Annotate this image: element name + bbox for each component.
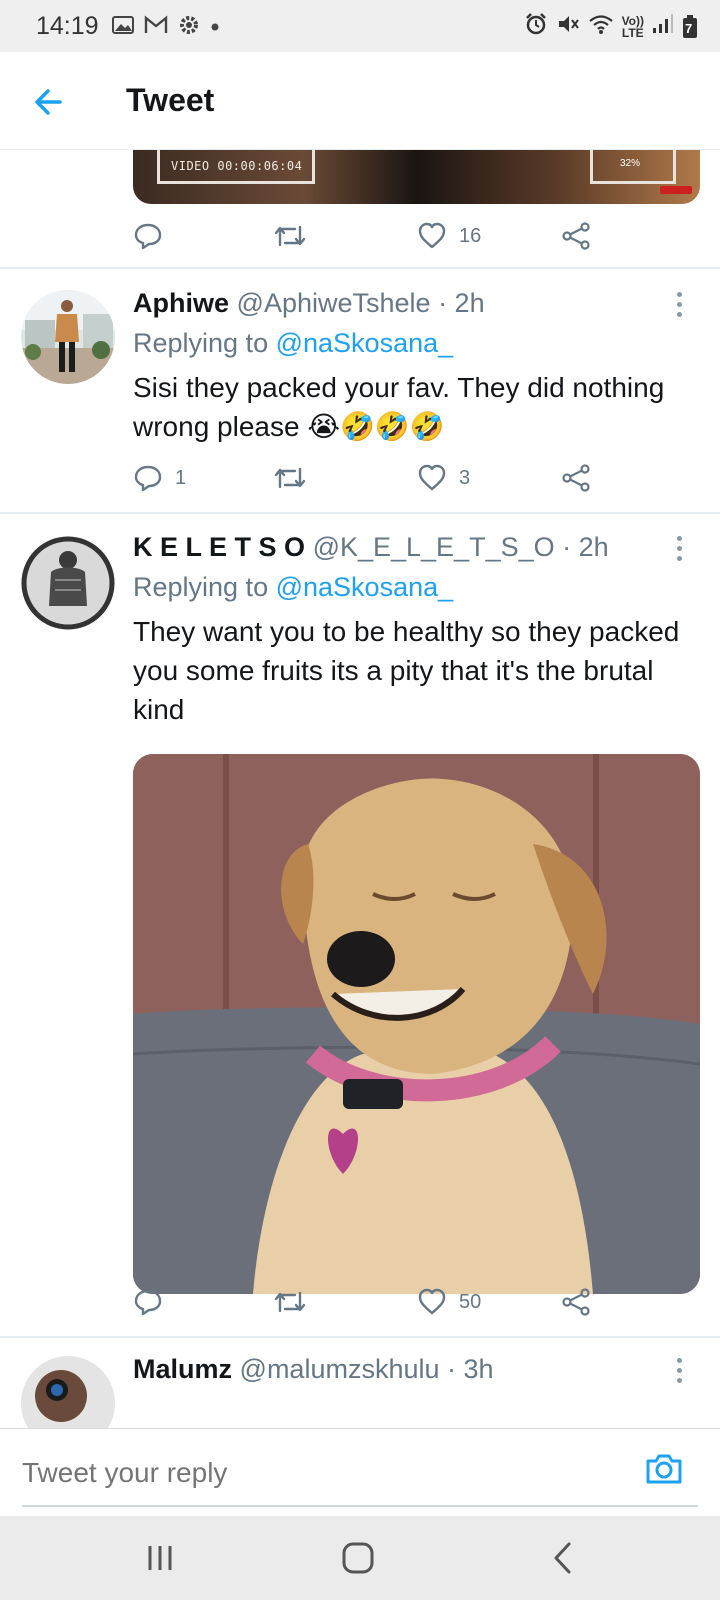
image-icon xyxy=(112,15,134,40)
more-options-button[interactable] xyxy=(674,292,684,322)
share-icon xyxy=(562,464,590,492)
tweet-emoji: 😭🤣🤣🤣 xyxy=(307,411,445,442)
share-button[interactable] xyxy=(561,1282,591,1322)
heart-icon xyxy=(418,1288,446,1315)
user-handle[interactable]: @K_E_L_E_T_S_O xyxy=(313,532,555,562)
divider xyxy=(0,1336,720,1338)
replying-to: Replying to @naSkosana_ xyxy=(133,328,453,359)
app-bar: Tweet xyxy=(0,52,720,150)
reply-underline xyxy=(22,1505,698,1507)
back-icon xyxy=(554,1542,571,1574)
tweet-actions: 50 xyxy=(133,1282,613,1322)
gmail-icon xyxy=(144,15,168,40)
retweet-icon xyxy=(274,1291,306,1313)
status-bar: 14:19 Vo)) LTE 7 xyxy=(0,0,720,52)
divider xyxy=(0,267,720,269)
replying-prefix: Replying to xyxy=(133,328,269,358)
more-options-button[interactable] xyxy=(674,536,684,566)
share-button[interactable] xyxy=(561,216,591,256)
camera-icon xyxy=(646,1454,682,1484)
page-title: Tweet xyxy=(126,82,215,118)
signal-icon xyxy=(652,13,674,40)
video-preview[interactable]: VIDEO 00:00:06:04 32% xyxy=(133,150,700,204)
replying-handle-link[interactable]: @naSkosana_ xyxy=(276,328,454,358)
reply-input[interactable] xyxy=(22,1451,622,1495)
back-nav-button[interactable] xyxy=(544,1538,584,1578)
reply-button[interactable] xyxy=(133,216,175,256)
share-button[interactable] xyxy=(561,458,591,498)
like-button[interactable]: 16 xyxy=(417,216,481,256)
tweet-time: · 2h xyxy=(562,532,609,562)
tweet-actions: 16 xyxy=(133,216,613,256)
avatar[interactable] xyxy=(21,1356,115,1428)
video-battery-text: 32% xyxy=(619,158,640,169)
volte-icon: Vo)) LTE xyxy=(622,15,644,39)
like-count: 3 xyxy=(459,466,471,489)
recents-icon xyxy=(148,1546,172,1570)
alarm-icon xyxy=(524,12,548,41)
replying-prefix: Replying to xyxy=(133,572,269,602)
tweet-image-dog[interactable] xyxy=(133,754,700,1294)
tweet-actions: 1 3 xyxy=(133,458,613,498)
gear-icon xyxy=(178,14,200,41)
status-left-icons xyxy=(112,14,220,41)
tweet-time: · 2h xyxy=(438,288,485,318)
like-count: 16 xyxy=(459,224,482,247)
user-name[interactable]: Malumz xyxy=(133,1354,232,1384)
tweet-thread[interactable]: VIDEO 00:00:06:04 32% 16 Aphiwe @AphiweT… xyxy=(0,150,720,1428)
retweet-icon xyxy=(274,467,306,489)
user-name[interactable]: Aphiwe xyxy=(133,288,229,318)
retweet-button[interactable] xyxy=(273,1282,319,1322)
user-handle[interactable]: @AphiweTshele xyxy=(237,288,431,318)
status-time: 14:19 xyxy=(36,12,99,40)
recents-button[interactable] xyxy=(140,1538,180,1578)
like-button[interactable]: 50 xyxy=(417,1282,481,1322)
tweet-text: They want you to be healthy so they pack… xyxy=(133,616,680,725)
reply-button[interactable] xyxy=(133,1282,175,1322)
arrow-left-icon xyxy=(35,89,62,115)
user-handle[interactable]: @malumzskhulu xyxy=(240,1354,440,1384)
tweet-text: Sisi they packed your fav. They did noth… xyxy=(133,368,693,446)
dot-icon xyxy=(210,19,220,37)
home-icon xyxy=(342,1542,374,1574)
retweet-icon xyxy=(274,225,306,247)
more-options-button[interactable] xyxy=(674,1358,684,1388)
tweet-header: K E L E T S O @K_E_L_E_T_S_O · 2h xyxy=(133,532,609,563)
status-right-icons: Vo)) LTE 7 xyxy=(524,12,698,41)
retweet-button[interactable] xyxy=(273,216,319,256)
video-overlay-text: VIDEO 00:00:06:04 xyxy=(171,159,303,173)
mute-icon xyxy=(556,12,580,41)
system-nav-bar xyxy=(0,1516,720,1600)
reply-bar xyxy=(0,1428,720,1516)
like-button[interactable]: 3 xyxy=(417,458,470,498)
tweet-header: Aphiwe @AphiweTshele · 2h xyxy=(133,288,485,319)
avatar[interactable] xyxy=(21,536,115,630)
lte-text: LTE xyxy=(621,25,644,40)
replying-handle-link[interactable]: @naSkosana_ xyxy=(276,572,454,602)
wifi-icon xyxy=(588,13,614,40)
like-count: 50 xyxy=(459,1290,482,1313)
heart-icon xyxy=(418,464,446,491)
subscribe-badge xyxy=(660,186,692,194)
avatar[interactable] xyxy=(21,290,115,384)
camera-button[interactable] xyxy=(644,1449,684,1489)
battery-icon: 7 xyxy=(682,14,698,39)
divider xyxy=(0,512,720,514)
heart-icon xyxy=(418,222,446,249)
home-button[interactable] xyxy=(338,1538,378,1578)
tweet-header: Malumz @malumzskhulu · 3h xyxy=(133,1354,494,1385)
reply-icon xyxy=(134,1289,162,1316)
battery-level: 7 xyxy=(685,20,693,36)
back-button[interactable] xyxy=(30,82,70,122)
reply-button[interactable]: 1 xyxy=(133,458,186,498)
replying-to: Replying to @naSkosana_ xyxy=(133,572,453,603)
share-icon xyxy=(562,1288,590,1316)
reply-icon xyxy=(134,465,162,492)
tweet-time: · 3h xyxy=(447,1354,494,1384)
reply-icon xyxy=(134,223,162,250)
reply-count: 1 xyxy=(175,466,187,489)
user-name[interactable]: K E L E T S O xyxy=(133,532,305,562)
retweet-button[interactable] xyxy=(273,458,319,498)
share-icon xyxy=(562,222,590,250)
